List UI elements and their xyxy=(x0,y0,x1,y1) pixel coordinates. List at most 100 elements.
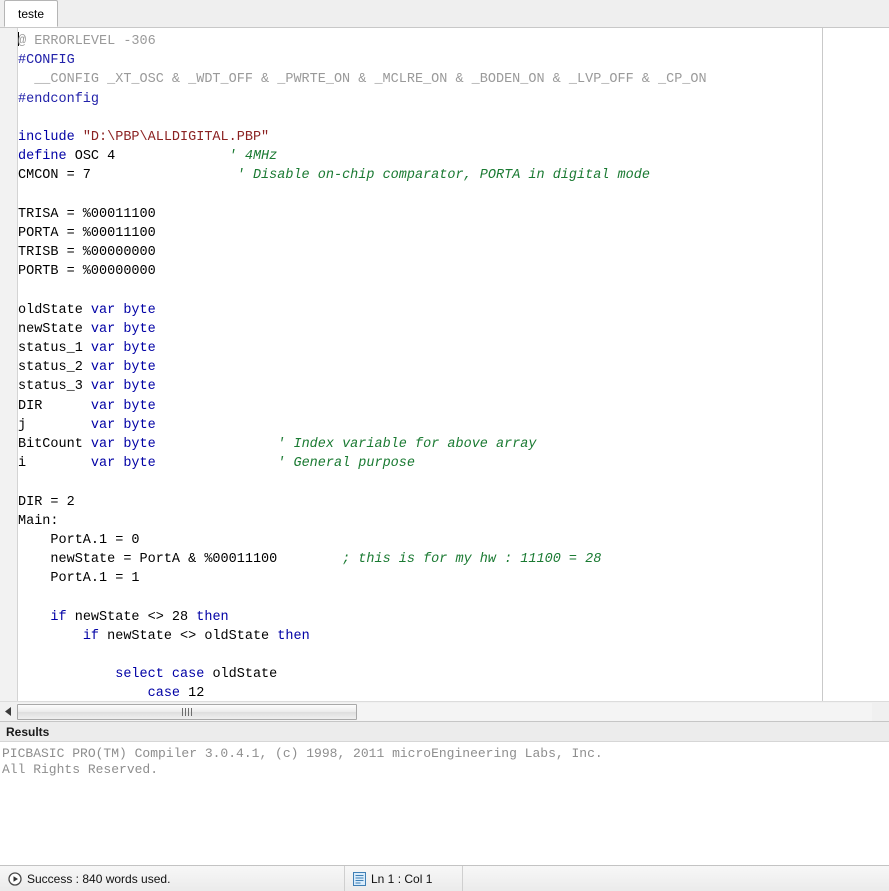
code-token: then xyxy=(196,610,228,625)
code-token: var byte xyxy=(91,379,156,394)
grip-dots-icon xyxy=(182,708,192,716)
code-token xyxy=(18,667,115,682)
code-token: OSC 4 xyxy=(75,149,229,164)
code-line: PORTA = %00011100 xyxy=(18,224,889,243)
code-token: define xyxy=(18,149,75,164)
code-token: status_3 xyxy=(18,379,91,394)
code-line: Main: xyxy=(18,512,889,531)
code-line: TRISA = %00011100 xyxy=(18,205,889,224)
run-circle-icon xyxy=(8,872,22,886)
code-line: i var byte ' General purpose xyxy=(18,454,889,473)
code-token: var byte xyxy=(91,303,156,318)
results-line: PICBASIC PRO(TM) Compiler 3.0.4.1, (c) 1… xyxy=(2,746,889,762)
status-spacer-cell xyxy=(463,866,889,891)
status-build-text: Success : 840 words used. xyxy=(27,872,170,886)
code-line: TRISB = %00000000 xyxy=(18,243,889,262)
code-token: "D:\PBP\ALLDIGITAL.PBP" xyxy=(83,130,269,145)
code-token: TRISB = %00000000 xyxy=(18,245,156,260)
code-token: then xyxy=(277,629,309,644)
status-bar: Success : 840 words used. Ln 1 : Col 1 xyxy=(0,865,889,891)
code-token: var byte xyxy=(91,322,156,337)
scroll-left-arrow-icon[interactable] xyxy=(0,703,17,721)
code-token: ' Index variable for above array xyxy=(277,437,536,452)
code-token: DIR xyxy=(18,399,91,414)
code-line xyxy=(18,473,889,492)
code-token: PORTA = %00011100 xyxy=(18,226,156,241)
code-token: i xyxy=(18,456,91,471)
results-panel-title: Results xyxy=(6,725,49,739)
code-line: PORTB = %00000000 xyxy=(18,262,889,281)
editor-horizontal-scrollbar[interactable] xyxy=(0,701,889,721)
code-token: var byte xyxy=(91,341,156,356)
code-line: PortA.1 = 0 xyxy=(18,531,889,550)
code-line: newState = PortA & %00011100 ; this is f… xyxy=(18,550,889,569)
results-line: All Rights Reserved. xyxy=(2,762,889,778)
code-token: newState <> 28 xyxy=(75,610,197,625)
code-token: 12 xyxy=(188,686,204,701)
scrollbar-thumb[interactable] xyxy=(17,704,357,720)
document-lines-icon xyxy=(353,872,366,886)
code-token: var byte xyxy=(91,418,156,433)
code-line xyxy=(18,109,889,128)
editor-gutter[interactable] xyxy=(0,28,18,701)
code-token: newState <> oldState xyxy=(107,629,277,644)
code-line xyxy=(18,588,889,607)
code-line: CMCON = 7 ' Disable on-chip comparator, … xyxy=(18,166,889,185)
code-token xyxy=(18,686,148,701)
document-tab-label: teste xyxy=(18,7,44,21)
code-token: PortA.1 = 1 xyxy=(18,571,140,586)
code-token: oldState xyxy=(18,303,91,318)
code-token: CMCON = 7 xyxy=(18,168,237,183)
code-token: PortA.1 = 0 xyxy=(18,533,140,548)
code-token: #endconfig xyxy=(18,92,99,107)
code-token: #CONFIG xyxy=(18,53,75,68)
code-line: case 12 xyxy=(18,684,889,701)
code-token: var byte xyxy=(91,360,156,375)
code-line: DIR var byte xyxy=(18,397,889,416)
code-token: ' Disable on-chip comparator, PORTA in d… xyxy=(237,168,650,183)
code-token: case xyxy=(148,686,189,701)
code-line: status_3 var byte xyxy=(18,377,889,396)
code-token: Main: xyxy=(18,514,59,529)
code-line xyxy=(18,281,889,300)
code-token: __CONFIG _XT_OSC & _WDT_OFF & _PWRTE_ON … xyxy=(18,72,707,87)
code-editor[interactable]: @ ERRORLEVEL -306 #CONFIG __CONFIG _XT_OS… xyxy=(0,28,889,701)
code-line xyxy=(18,646,889,665)
code-token xyxy=(18,629,83,644)
scrollbar-track[interactable] xyxy=(17,703,872,721)
code-token: newState xyxy=(18,322,91,337)
code-line: DIR = 2 xyxy=(18,493,889,512)
code-token xyxy=(156,437,278,452)
editor-tabstrip: teste xyxy=(0,0,889,28)
code-token: BitCount xyxy=(18,437,91,452)
code-token: ' 4MHz xyxy=(229,149,278,164)
code-line: define OSC 4 ' 4MHz xyxy=(18,147,889,166)
code-token: status_2 xyxy=(18,360,91,375)
code-token: newState = PortA & %00011100 xyxy=(18,552,342,567)
code-line: newState var byte xyxy=(18,320,889,339)
code-line: #CONFIG xyxy=(18,51,889,70)
document-tab-teste[interactable]: teste xyxy=(4,0,58,27)
code-token: j xyxy=(18,418,91,433)
code-line: include "D:\PBP\ALLDIGITAL.PBP" xyxy=(18,128,889,147)
code-line: select case oldState xyxy=(18,665,889,684)
status-build-cell[interactable]: Success : 840 words used. xyxy=(0,866,345,891)
results-panel-output[interactable]: PICBASIC PRO(TM) Compiler 3.0.4.1, (c) 1… xyxy=(0,742,889,864)
code-line: if newState <> 28 then xyxy=(18,608,889,627)
code-token: @ ERRORLEVEL -306 xyxy=(18,34,156,49)
code-line: if newState <> oldState then xyxy=(18,627,889,646)
editor-code-area[interactable]: @ ERRORLEVEL -306 #CONFIG __CONFIG _XT_OS… xyxy=(18,28,889,701)
code-line: j var byte xyxy=(18,416,889,435)
code-token: var byte xyxy=(91,437,156,452)
code-token xyxy=(18,610,50,625)
status-caret-position-cell[interactable]: Ln 1 : Col 1 xyxy=(345,866,463,891)
code-token: if xyxy=(50,610,74,625)
code-token: include xyxy=(18,130,83,145)
code-token: TRISA = %00011100 xyxy=(18,207,156,222)
code-line: @ ERRORLEVEL -306 xyxy=(18,32,889,51)
code-line xyxy=(18,186,889,205)
code-line: PortA.1 = 1 xyxy=(18,569,889,588)
source-code-text[interactable]: @ ERRORLEVEL -306 #CONFIG __CONFIG _XT_OS… xyxy=(18,28,889,701)
code-token: var byte xyxy=(91,456,156,471)
code-token: var byte xyxy=(91,399,156,414)
